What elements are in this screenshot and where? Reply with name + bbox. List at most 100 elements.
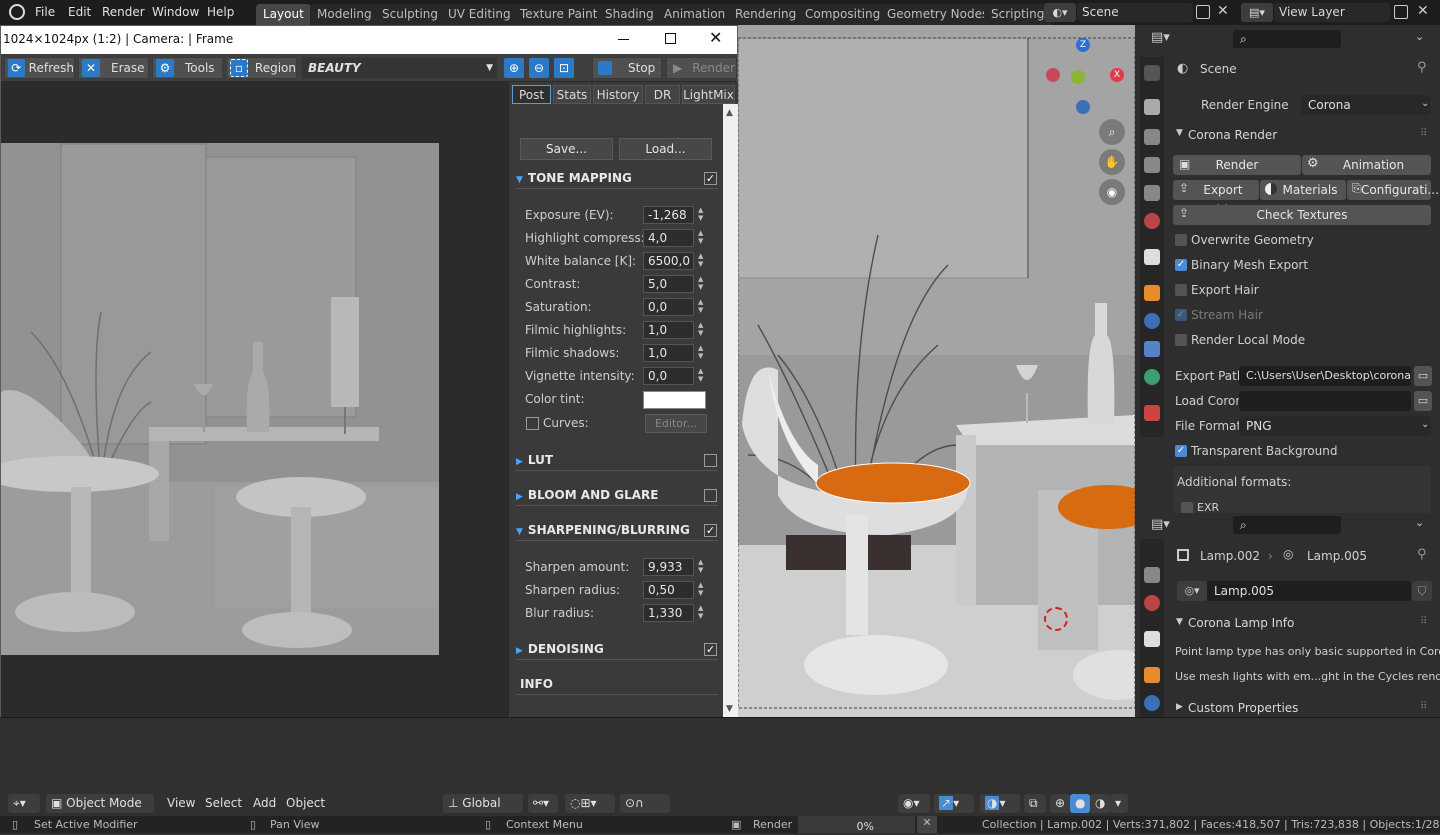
save-button[interactable]: Save...	[520, 138, 613, 160]
panel-expand-icon[interactable]: ▶	[1176, 702, 1183, 712]
blender-logo-icon[interactable]	[9, 4, 25, 20]
shading-material-button[interactable]: ◑	[1090, 794, 1110, 813]
tone-param-input[interactable]: 5,0	[643, 275, 694, 293]
panel-collapse-icon[interactable]: ▼	[1176, 128, 1183, 138]
tab-modeling[interactable]: Modeling	[310, 4, 379, 25]
tone-param-input[interactable]: 0,0	[643, 298, 694, 316]
properties-search-2[interactable]: ⌕	[1233, 516, 1341, 534]
gizmo-y-axis[interactable]	[1071, 70, 1085, 84]
spinner-arrows-icon[interactable]: ▲ ▼	[698, 367, 703, 383]
zoom-fit-icon[interactable]: ⊡	[554, 58, 574, 78]
spinner-arrows-icon[interactable]: ▲ ▼	[698, 275, 703, 291]
spinner-arrows-icon[interactable]: ▲ ▼	[698, 581, 703, 597]
corona-render-header[interactable]: Corona Render	[1188, 128, 1277, 142]
tab-post[interactable]: Post	[512, 85, 551, 104]
tab-geometry-nodes[interactable]: Geometry Nodes	[880, 4, 996, 25]
hand-pan-icon[interactable]: ✋	[1099, 149, 1125, 175]
spinner-arrows-icon[interactable]: ▲ ▼	[698, 298, 703, 314]
overlay-toggle-button[interactable]: ◑ ▾	[980, 794, 1020, 813]
zoom-in-icon[interactable]: ⊕	[504, 58, 524, 78]
tone-param-input[interactable]: 0,0	[643, 367, 694, 385]
spinner-arrows-icon[interactable]: ▲ ▼	[698, 252, 703, 268]
physics-icon[interactable]	[1144, 313, 1160, 329]
menu-window[interactable]: Window	[152, 5, 199, 19]
viewport-3d[interactable]: Z X ⌕ ✋ ◉	[738, 25, 1135, 717]
refresh-button[interactable]: ⟳ Refresh	[4, 57, 75, 79]
render-icon[interactable]	[1144, 99, 1160, 115]
options-chevron-icon[interactable]: ⌄	[1415, 30, 1424, 43]
stop-button[interactable]: Stop	[592, 57, 662, 79]
spinner-arrows-icon[interactable]: ▲ ▼	[698, 604, 703, 620]
minimize-icon[interactable]	[618, 39, 629, 40]
curves-checkbox[interactable]	[526, 417, 539, 430]
object-mode-select[interactable]: ▣ Object Mode	[46, 794, 154, 813]
scene-selector-icon[interactable]: ◐▾	[1044, 3, 1076, 22]
gizmo-x-neg[interactable]	[1046, 68, 1060, 82]
tone-param-input[interactable]: 1,0	[643, 344, 694, 362]
pivot-button[interactable]: ⚯▾	[528, 794, 558, 813]
view-layer-tab-icon[interactable]	[1144, 157, 1160, 173]
tab-lightmix[interactable]: LightMix	[682, 85, 735, 104]
output-icon[interactable]	[1144, 129, 1160, 145]
bloom-glare-header[interactable]: ▶ BLOOM AND GLARE	[516, 486, 718, 506]
visibility-button[interactable]: ◉▾	[898, 794, 930, 813]
color-tint-swatch[interactable]	[643, 391, 706, 409]
scroll-down-icon[interactable]: ▼	[726, 704, 733, 714]
gizmo-x-axis[interactable]: X	[1110, 68, 1124, 82]
collection-icon[interactable]	[1144, 631, 1160, 647]
file-format-select[interactable]: PNG	[1239, 416, 1431, 436]
tab-uv-editing[interactable]: UV Editing	[441, 4, 518, 25]
spinner-arrows-icon[interactable]: ▲ ▼	[698, 321, 703, 337]
load-corona-field[interactable]	[1239, 391, 1411, 411]
scene-icon[interactable]	[1144, 185, 1160, 201]
tab-compositing[interactable]: Compositing	[798, 4, 888, 25]
transparent-background-checkbox[interactable]: ✓	[1175, 445, 1187, 457]
bloom-checkbox[interactable]	[704, 489, 717, 502]
region-button[interactable]: ▫ Region	[226, 57, 297, 79]
object-menu[interactable]: Object	[281, 794, 330, 813]
menu-edit[interactable]: Edit	[68, 5, 91, 19]
tone-mapping-header[interactable]: ▼ TONE MAPPING	[516, 169, 718, 189]
new-view-layer-icon[interactable]	[1394, 5, 1408, 19]
xray-button[interactable]: ⧉	[1024, 794, 1046, 813]
sharpening-checkbox[interactable]: ✓	[704, 524, 717, 537]
gizmo-z-axis[interactable]: Z	[1076, 38, 1090, 52]
stream-hair-checkbox[interactable]: ✓	[1175, 309, 1187, 321]
object-icon[interactable]	[1144, 667, 1160, 683]
tab-animation[interactable]: Animation	[657, 4, 733, 25]
sharpening-header[interactable]: ▼ SHARPENING/BLURRING	[516, 521, 718, 541]
menu-help[interactable]: Help	[207, 5, 234, 19]
panel-collapse-icon[interactable]: ▼	[1176, 617, 1183, 627]
render-local-mode-checkbox[interactable]	[1175, 334, 1187, 346]
constraints-icon[interactable]	[1144, 341, 1160, 357]
render-button[interactable]: ▶ Render	[666, 57, 737, 79]
drag-handle-icon[interactable]: ⠿	[1420, 616, 1427, 627]
render-image-area[interactable]	[1, 82, 509, 718]
view-layer-icon[interactable]: ▤▾	[1241, 3, 1273, 22]
shading-options-button[interactable]: ▾	[1110, 794, 1128, 813]
tab-sculpting[interactable]: Sculpting	[375, 4, 446, 25]
load-button[interactable]: Load...	[619, 138, 712, 160]
drag-handle-icon[interactable]: ⠿	[1420, 128, 1427, 139]
zoom-view-icon[interactable]: ⌕	[1099, 119, 1125, 145]
snap-button[interactable]: ◌⊞▾	[565, 794, 615, 813]
tone-param-input[interactable]: 1,0	[643, 321, 694, 339]
options-chevron-icon[interactable]: ⌄	[1415, 516, 1424, 529]
scroll-up-icon[interactable]: ▲	[726, 108, 733, 118]
sharpen-param-input[interactable]: 9,933	[643, 558, 694, 576]
pin-icon[interactable]: ⚲	[1417, 60, 1427, 75]
editor-type-icon[interactable]: ▤▾	[1151, 30, 1170, 45]
custom-properties-header[interactable]: Custom Properties	[1188, 701, 1298, 715]
tab-layout[interactable]: Layout	[256, 4, 311, 25]
properties-search[interactable]: ⌕	[1233, 30, 1341, 48]
world-icon[interactable]	[1144, 213, 1160, 229]
gizmo-z-neg[interactable]	[1076, 100, 1090, 114]
tone-param-input[interactable]: 6500,0	[643, 252, 694, 270]
physics-icon[interactable]	[1144, 695, 1160, 711]
3d-cursor-icon[interactable]	[1044, 607, 1068, 631]
view-layer-field[interactable]: View Layer	[1274, 3, 1390, 22]
denoising-header[interactable]: ▶ DENOISING	[516, 640, 718, 660]
delete-view-layer-icon[interactable]: ✕	[1417, 3, 1429, 19]
info-header[interactable]: INFO	[516, 675, 718, 695]
camera-view-icon[interactable]: ◉	[1099, 179, 1125, 205]
